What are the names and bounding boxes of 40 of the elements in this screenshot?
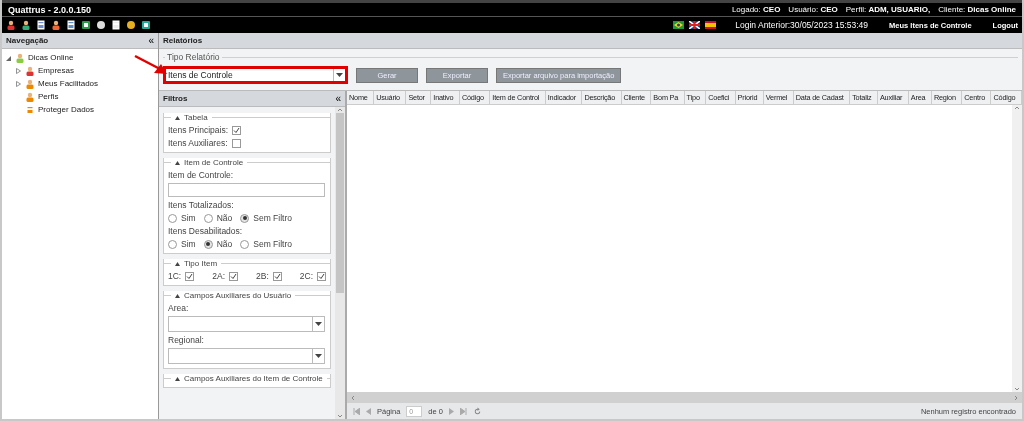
radio-label: Sim: [181, 213, 196, 223]
field-label: Area:: [168, 303, 190, 313]
tree-item[interactable]: Empresas: [38, 66, 74, 75]
section-title[interactable]: Tipo Item: [184, 259, 218, 268]
radio-label: Sim: [181, 239, 196, 249]
panel-title: Navegação: [6, 36, 49, 45]
field-label: Regional:: [168, 335, 205, 345]
collapse-button[interactable]: «: [148, 35, 154, 46]
section-title[interactable]: Tabela: [184, 113, 208, 122]
section-title[interactable]: Campos Auxiliares do Usuário: [184, 291, 292, 300]
panel-title: Relatórios: [163, 36, 203, 45]
collapse-button[interactable]: «: [335, 93, 341, 104]
session-info: Logado: CEO: [731, 5, 781, 14]
session-info: Cliente: Dicas Online: [938, 5, 1016, 14]
session-info: Usuário: CEO: [788, 5, 838, 14]
report-type-dropdown[interactable]: Itens de Controle: [163, 66, 348, 84]
field-label: Itens Totalizados:: [168, 200, 235, 210]
tree-item[interactable]: Perfis: [38, 92, 59, 101]
field-label: Item de Controle:: [168, 170, 235, 180]
tree-item[interactable]: Meus Facilitados: [38, 79, 99, 88]
field-label: 2B:: [256, 271, 269, 281]
section-title[interactable]: Campos Auxiliares do Item de Controle: [184, 374, 323, 383]
field-label: 2A:: [212, 271, 225, 281]
tree-item[interactable]: Dicas Online: [28, 53, 74, 62]
group-title: Tipo Relatório: [165, 52, 222, 62]
field-label: 2C:: [299, 271, 313, 281]
section-title[interactable]: Item de Controle: [184, 158, 244, 167]
field-label: Itens Desabilitados:: [168, 226, 244, 236]
tree-item[interactable]: Proteger Dados: [38, 105, 95, 114]
field-label: 1C:: [168, 271, 182, 281]
previous-login-text: Login Anterior:30/05/2023 15:53:49: [735, 20, 869, 30]
field-label: Itens Auxiliares:: [168, 138, 228, 148]
radio-label: Não: [216, 239, 233, 249]
session-info: Perfil: ADM, USUARIO,: [845, 5, 931, 14]
radio-label: Não: [216, 213, 233, 223]
radio-label: Sem Filtro: [253, 239, 292, 249]
window-title: Quattrus - 2.0.0.150: [8, 4, 92, 15]
radio-label: Sem Filtro: [253, 213, 292, 223]
panel-title: Filtros: [163, 94, 188, 103]
field-label: Itens Principais:: [168, 125, 228, 135]
